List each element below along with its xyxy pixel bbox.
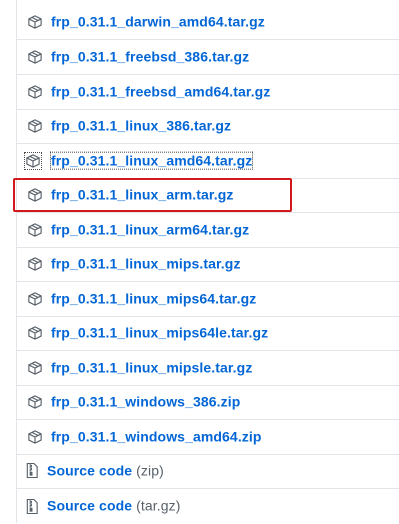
package-icon <box>27 291 43 307</box>
asset-row[interactable]: frp_0.31.1_linux_mipsle.tar.gz <box>17 351 399 386</box>
asset-row[interactable]: frp_0.31.1_freebsd_386.tar.gz <box>17 40 399 75</box>
package-icon <box>27 394 43 410</box>
package-icon <box>27 14 43 30</box>
asset-link[interactable]: frp_0.31.1_darwin_amd64.tar.gz <box>51 13 265 29</box>
asset-link[interactable]: frp_0.31.1_linux_amd64.tar.gz <box>49 151 254 170</box>
asset-link[interactable]: frp_0.31.1_freebsd_amd64.tar.gz <box>51 83 270 99</box>
asset-row[interactable]: frp_0.31.1_linux_mips64.tar.gz <box>17 282 399 317</box>
source-format: (zip) <box>136 462 164 479</box>
file-zip-icon <box>24 498 40 514</box>
package-icon <box>27 187 43 203</box>
package-icon <box>27 49 43 65</box>
asset-link[interactable]: frp_0.31.1_windows_386.zip <box>51 393 240 409</box>
asset-row[interactable]: frp_0.31.1_darwin_amd64.tar.gz <box>17 5 399 40</box>
asset-row[interactable]: frp_0.31.1_windows_386.zip <box>17 385 399 420</box>
asset-row[interactable]: frp_0.31.1_windows_amd64.zip <box>17 420 399 455</box>
asset-link[interactable]: frp_0.31.1_windows_amd64.zip <box>51 428 262 444</box>
source-label: Source code <box>47 497 133 514</box>
asset-link[interactable]: frp_0.31.1_linux_mips64le.tar.gz <box>51 324 268 340</box>
asset-link[interactable]: frp_0.31.1_linux_arm64.tar.gz <box>51 221 249 237</box>
asset-row[interactable]: frp_0.31.1_linux_386.tar.gz <box>17 109 399 144</box>
source-row[interactable]: Source code (tar.gz) <box>17 489 399 524</box>
asset-link[interactable]: frp_0.31.1_freebsd_386.tar.gz <box>51 48 249 64</box>
package-icon <box>24 151 42 170</box>
source-code-zip-link[interactable]: Source code (zip) <box>47 462 164 478</box>
asset-link[interactable]: frp_0.31.1_linux_mipsle.tar.gz <box>51 359 252 375</box>
asset-row[interactable]: frp_0.31.1_linux_mips.tar.gz <box>17 247 399 282</box>
release-assets-list: frp_0.31.1_darwin_amd64.tar.gz frp_0.31.… <box>16 0 399 523</box>
package-icon <box>27 222 43 238</box>
source-code-targz-link[interactable]: Source code (tar.gz) <box>47 498 181 514</box>
package-icon <box>27 118 43 134</box>
asset-link[interactable]: frp_0.31.1_linux_arm.tar.gz <box>51 186 233 202</box>
package-icon <box>27 84 43 100</box>
asset-link[interactable]: frp_0.31.1_linux_mips.tar.gz <box>51 255 241 271</box>
asset-row[interactable]: frp_0.31.1_linux_mips64le.tar.gz <box>17 316 399 351</box>
asset-row[interactable]: frp_0.31.1_linux_arm64.tar.gz <box>17 213 399 248</box>
asset-link[interactable]: frp_0.31.1_linux_mips64.tar.gz <box>51 290 256 306</box>
asset-link[interactable]: frp_0.31.1_linux_386.tar.gz <box>51 117 231 133</box>
asset-row[interactable]: frp_0.31.1_freebsd_amd64.tar.gz <box>17 75 399 110</box>
source-row[interactable]: Source code (zip) <box>17 454 399 489</box>
package-icon <box>27 325 43 341</box>
source-label: Source code <box>47 462 133 479</box>
file-zip-icon <box>24 463 40 479</box>
package-icon <box>27 429 43 445</box>
package-icon <box>27 360 43 376</box>
package-icon <box>27 256 43 272</box>
asset-row[interactable]: frp_0.31.1_linux_amd64.tar.gz <box>17 144 399 179</box>
source-format: (tar.gz) <box>136 497 181 514</box>
asset-row[interactable]: frp_0.31.1_linux_arm.tar.gz <box>17 178 399 213</box>
